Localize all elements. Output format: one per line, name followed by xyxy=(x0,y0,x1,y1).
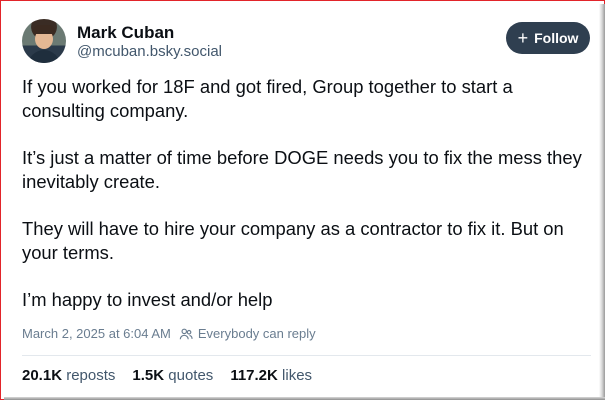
reposts-count: 20.1K xyxy=(22,367,63,384)
reply-setting-label: Everybody can reply xyxy=(197,326,316,341)
post-paragraph: If you worked for 18F and got fired, Gro… xyxy=(22,76,513,121)
reposts-label: reposts xyxy=(66,367,116,384)
author-handle[interactable]: @mcuban.bsky.social xyxy=(77,43,222,60)
post-text: If you worked for 18F and got fired, Gro… xyxy=(22,75,592,335)
people-icon xyxy=(179,328,193,339)
author-name[interactable]: Mark Cuban xyxy=(77,23,174,43)
avatar-hair xyxy=(33,25,55,34)
quotes-stat[interactable]: 1.5K quotes xyxy=(132,367,213,384)
likes-count: 117.2K xyxy=(230,367,278,384)
avatar[interactable] xyxy=(22,19,66,63)
frame-shadow xyxy=(599,4,605,398)
quotes-count: 1.5K xyxy=(132,367,165,384)
quotes-label: quotes xyxy=(168,367,214,384)
plus-icon: + xyxy=(517,27,529,48)
follow-button[interactable]: + Follow xyxy=(506,22,590,54)
reply-setting: Everybody can reply xyxy=(179,326,316,341)
post-paragraph: They will have to hire your company as a… xyxy=(22,218,564,263)
likes-stat[interactable]: 117.2K likes xyxy=(230,367,312,384)
reposts-stat[interactable]: 20.1K reposts xyxy=(22,367,115,384)
post-paragraph: I’m happy to invest and/or help xyxy=(22,289,273,310)
post-meta: March 2, 2025 at 6:04 AM Everybody can r… xyxy=(22,326,316,341)
stats-divider xyxy=(22,355,591,356)
post-stats: 20.1K reposts 1.5K quotes 117.2K likes xyxy=(22,367,312,384)
post-timestamp[interactable]: March 2, 2025 at 6:04 AM xyxy=(22,326,171,341)
post-paragraph: It’s just a matter of time before DOGE n… xyxy=(22,147,582,192)
follow-button-label: Follow xyxy=(534,30,579,46)
likes-label: likes xyxy=(282,367,313,384)
avatar-shirt xyxy=(28,50,60,63)
